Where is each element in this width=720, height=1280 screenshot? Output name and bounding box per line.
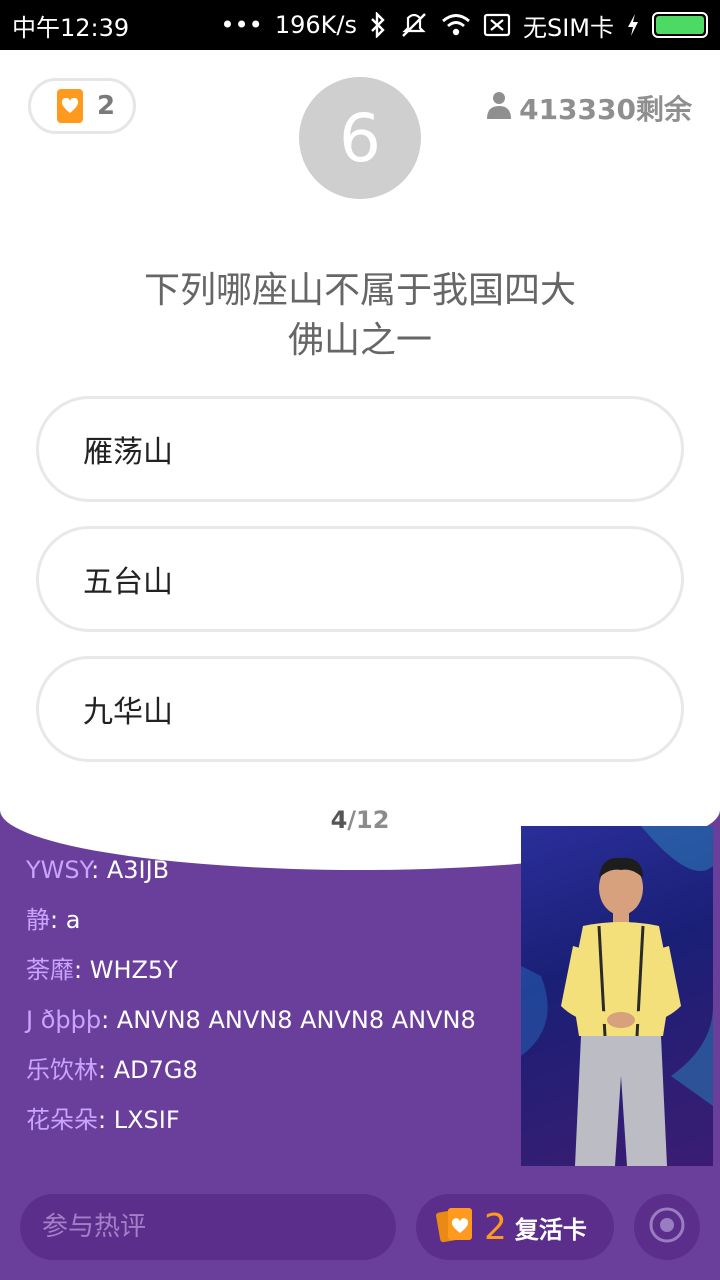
chat-text: : A3IJB bbox=[91, 856, 170, 884]
chat-message: 乐饮林: AD7G8 bbox=[26, 1055, 496, 1085]
chat-username: YWSY bbox=[26, 856, 92, 884]
chat-username: 乐饮林 bbox=[26, 1056, 98, 1084]
remaining-count: 413330剩余 bbox=[519, 93, 692, 126]
lives-count: 2 bbox=[97, 91, 116, 121]
answer-option-label: 雁荡山 bbox=[83, 435, 173, 470]
revive-count: 2 bbox=[484, 1206, 507, 1248]
network-speed: 196K/s bbox=[274, 11, 357, 39]
comment-input[interactable] bbox=[20, 1194, 396, 1260]
question-line-1: 下列哪座山不属于我国四大 bbox=[143, 270, 576, 311]
answer-option-label: 九华山 bbox=[83, 695, 173, 730]
record-button[interactable] bbox=[634, 1194, 700, 1260]
chat-text: : a bbox=[50, 906, 81, 934]
question-text: 下列哪座山不属于我国四大 佛山之一 bbox=[60, 266, 660, 366]
question-line-2: 佛山之一 bbox=[287, 320, 432, 361]
wifi-icon bbox=[441, 13, 471, 37]
bluetooth-icon bbox=[369, 12, 387, 38]
chat-username: 荼靡 bbox=[26, 956, 74, 984]
host-figure-image bbox=[521, 826, 713, 1166]
revive-card-icon bbox=[436, 1205, 476, 1249]
chat-text: : ANVN8 ANVN8 ANVN8 ANVN8 bbox=[101, 1006, 476, 1034]
no-sim-icon bbox=[483, 13, 511, 37]
sim-status: 无SIM卡 bbox=[522, 13, 614, 42]
answer-option-2[interactable]: 五台山 bbox=[36, 526, 684, 632]
more-dots: ••• bbox=[220, 11, 263, 39]
chat-username: 花朵朵 bbox=[26, 1106, 98, 1134]
chat-username: J ðþþþ bbox=[26, 1006, 102, 1034]
question-card: 2 6 413330剩余 下列哪座山不属于我国四大 佛山之一 雁荡山 五台山 九… bbox=[0, 50, 720, 870]
chat-message: J ðþþþ: ANVN8 ANVN8 ANVN8 ANVN8 bbox=[26, 1005, 496, 1035]
chat-message: 荼靡: WHZ5Y bbox=[26, 955, 496, 985]
answer-option-3[interactable]: 九华山 bbox=[36, 656, 684, 762]
chat-text: : LXSIF bbox=[98, 1106, 180, 1134]
chat-message: YWSY: A3IJB bbox=[26, 855, 496, 885]
answer-option-1[interactable]: 雁荡山 bbox=[36, 396, 684, 502]
countdown-timer: 6 bbox=[299, 77, 421, 199]
host-video bbox=[521, 826, 713, 1166]
revive-card-button[interactable]: 2 复活卡 bbox=[416, 1194, 614, 1260]
answer-option-label: 五台山 bbox=[83, 565, 173, 600]
chat-text: : WHZ5Y bbox=[74, 956, 178, 984]
chat-message: 花朵朵: LXSIF bbox=[26, 1105, 496, 1135]
battery-icon bbox=[652, 12, 708, 38]
battery-level bbox=[656, 16, 704, 34]
timer-value: 6 bbox=[339, 99, 381, 177]
status-bar: 中午12:39 ••• 196K/s 无SIM卡 bbox=[0, 0, 720, 50]
record-icon bbox=[648, 1206, 686, 1248]
remaining-players: 413330剩余 bbox=[487, 88, 692, 128]
progress-current: 4 bbox=[330, 806, 348, 834]
lives-counter: 2 bbox=[28, 78, 136, 134]
chat-message: 静: a bbox=[26, 905, 496, 935]
chat-username: 静 bbox=[26, 906, 50, 934]
chat-text: : AD7G8 bbox=[98, 1056, 198, 1084]
charging-icon bbox=[626, 13, 640, 37]
status-time: 中午12:39 bbox=[12, 13, 130, 42]
heart-card-icon bbox=[57, 89, 83, 123]
revive-label: 复活卡 bbox=[514, 1215, 587, 1244]
vibrate-off-icon bbox=[399, 12, 429, 38]
progress-total: /12 bbox=[347, 806, 390, 834]
user-icon bbox=[487, 91, 512, 126]
chat-list: YWSY: A3IJB 静: a 荼靡: WHZ5Y J ðþþþ: ANVN8… bbox=[26, 855, 496, 1155]
